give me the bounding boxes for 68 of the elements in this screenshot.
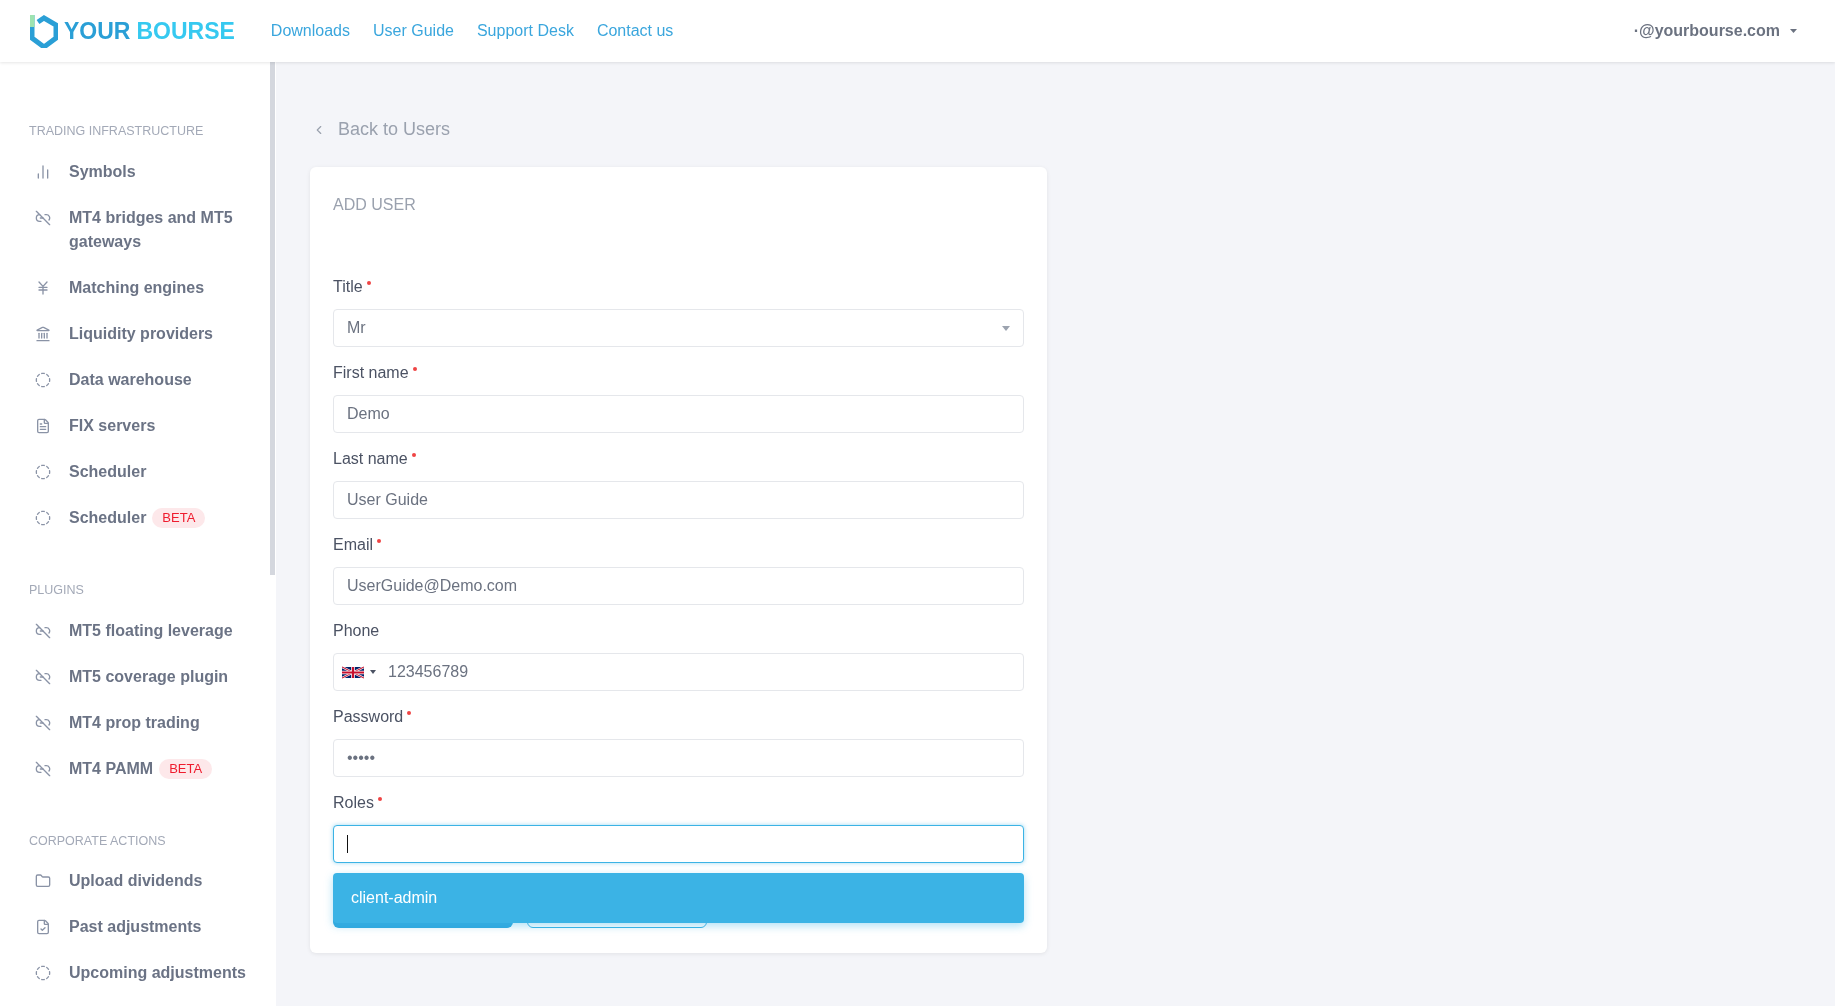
circle-icon (35, 509, 51, 526)
link-icon (35, 668, 51, 685)
field-label: First name (333, 363, 409, 383)
link-icon (35, 760, 51, 777)
dropdown-option[interactable]: client-admin (333, 873, 1024, 923)
input-field[interactable]: Demo (333, 395, 1024, 433)
circle-icon (35, 371, 51, 388)
sidebar-item[interactable]: FIX servers (29, 402, 270, 449)
beta-badge: BETA (152, 507, 206, 528)
input-field[interactable]: UserGuide@Demo.com (333, 567, 1024, 605)
account-menu[interactable]: ·@yourbourse.com (1633, 19, 1780, 43)
sidebar-item[interactable]: Liquidity providers (29, 310, 270, 357)
sidebar-item[interactable]: Upload dividends (29, 858, 270, 905)
sidebar-item[interactable]: Data warehouse (29, 356, 270, 403)
file-check-icon (35, 919, 51, 936)
uk-flag-icon (342, 665, 364, 679)
field-label: Email (333, 535, 373, 555)
input-field[interactable]: User Guide (333, 481, 1024, 519)
link-icon (35, 622, 51, 639)
sidebar-item[interactable]: MT4 prop trading (29, 699, 270, 746)
circle-icon (35, 965, 51, 982)
sidebar-item[interactable]: Scheduler (29, 448, 270, 495)
nav-link[interactable]: Downloads (270, 19, 350, 43)
bank-icon (35, 325, 51, 342)
sidebar-item[interactable]: Past adjustments (29, 904, 270, 951)
caret-icon (1790, 29, 1797, 33)
field-label: Title (333, 277, 363, 297)
back-link[interactable]: Back to Users (312, 116, 1835, 143)
section-heading: TRADING INFRASTRUCTURE (29, 123, 205, 140)
link-icon (35, 209, 51, 226)
link-icon (35, 714, 51, 731)
sidebar-item[interactable]: Upcoming adjustments (29, 950, 270, 997)
field-label: Phone (333, 621, 380, 641)
title-select[interactable]: Mr (333, 309, 1024, 347)
sidebar-item[interactable]: Scheduler BETA (29, 494, 270, 541)
sidebar-item[interactable]: MT4 bridges and MT5 gateways (29, 194, 270, 265)
logo-text: YOUR (64, 16, 131, 46)
folder-icon (35, 873, 51, 890)
nav-link[interactable]: Support Desk (476, 19, 574, 43)
sidebar-item[interactable]: MT5 floating leverage (29, 607, 270, 654)
circle-icon (35, 463, 51, 480)
form-title: ADD USER (333, 195, 417, 215)
logo-text: BOURSE (136, 16, 235, 46)
field-label: Last name (333, 449, 408, 469)
yen-icon (35, 279, 51, 296)
field-label: Password (333, 707, 404, 727)
caret-icon (370, 670, 376, 674)
sidebar-item[interactable]: MT5 coverage plugin (29, 653, 270, 700)
sidebar-item[interactable]: Matching engines (29, 264, 270, 311)
sidebar-item[interactable]: Symbols (29, 148, 270, 195)
caret-icon (1002, 325, 1010, 331)
bar-chart-icon (35, 163, 51, 180)
text-cursor (347, 835, 348, 853)
section-heading: CORPORATE ACTIONS (29, 832, 167, 850)
section-heading: PLUGINS (29, 581, 85, 599)
country-picker[interactable] (342, 665, 376, 679)
logo[interactable]: YOUR BOURSE (30, 13, 235, 49)
phone-field[interactable]: 123456789 (333, 653, 1024, 691)
input-field[interactable]: ••••• (333, 739, 1024, 777)
document-icon (35, 417, 51, 434)
hexagon-logo-icon (30, 14, 58, 48)
sidebar-item[interactable]: MT4 PAMM BETA (29, 745, 270, 792)
beta-badge: BETA (159, 758, 213, 779)
field-label: Roles (333, 793, 374, 813)
nav-link[interactable]: User Guide (373, 19, 454, 43)
nav-link[interactable]: Contact us (596, 19, 674, 43)
scrollbar[interactable] (270, 62, 275, 575)
roles-field[interactable] (333, 825, 1024, 863)
